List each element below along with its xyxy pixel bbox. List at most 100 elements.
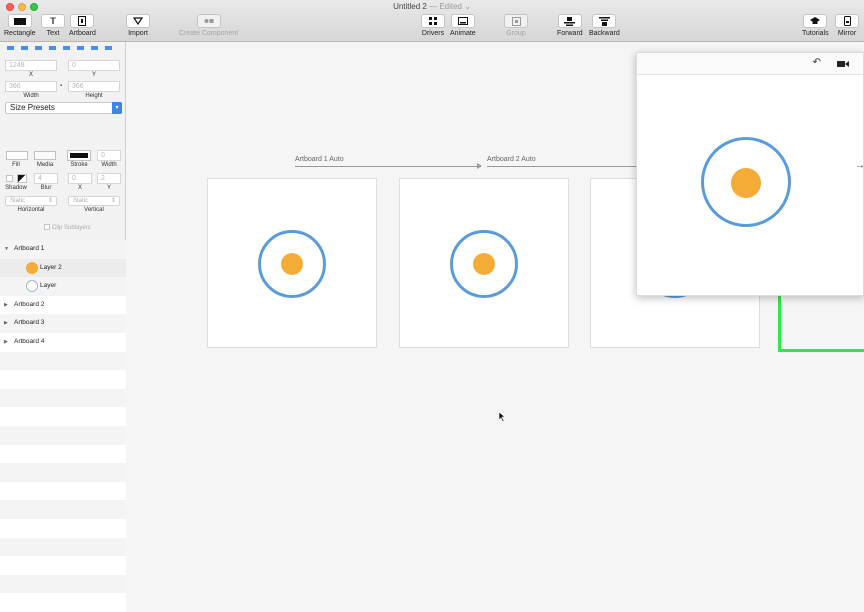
horizontal-constraint-value: Static bbox=[10, 198, 26, 204]
layer-row-artboard-2[interactable]: ▶ Artboard 2 bbox=[0, 295, 126, 315]
fill-swatch[interactable] bbox=[6, 151, 28, 160]
y-field[interactable]: 0 bbox=[68, 60, 120, 71]
height-label: Height bbox=[85, 93, 103, 99]
rectangle-icon bbox=[7, 14, 32, 28]
empty-row bbox=[0, 500, 126, 519]
rectangle-tool-label: Rectangle bbox=[4, 30, 36, 37]
connection-arrow-1[interactable] bbox=[295, 163, 482, 169]
align-bottom-icon[interactable] bbox=[104, 44, 113, 52]
empty-row bbox=[0, 518, 126, 538]
shadow-y-field[interactable]: 2 bbox=[97, 173, 121, 184]
backward-button[interactable]: Backward bbox=[589, 14, 620, 37]
layer-name: Layer 2 bbox=[40, 263, 62, 271]
mirror-label: Mirror bbox=[837, 30, 857, 37]
shadow-color-swatch[interactable] bbox=[17, 174, 27, 183]
size-presets-value: Size Presets bbox=[10, 103, 55, 112]
animate-label: Animate bbox=[450, 30, 476, 37]
layer-name: Artboard 4 bbox=[14, 337, 45, 345]
forward-label: Forward bbox=[557, 30, 583, 37]
blur-label: Blur bbox=[40, 185, 52, 191]
x-field[interactable]: 1248 bbox=[5, 60, 57, 71]
ring-thumbnail bbox=[26, 280, 38, 293]
disclosure-closed-icon[interactable]: ▶ bbox=[4, 333, 8, 351]
height-field[interactable]: 366 bbox=[68, 81, 120, 92]
align-top-icon[interactable] bbox=[76, 44, 85, 52]
video-camera-icon[interactable] bbox=[837, 61, 849, 67]
align-left-icon[interactable] bbox=[6, 44, 15, 52]
layer-row-layer[interactable]: Layer bbox=[0, 277, 126, 296]
preview-orange-dot bbox=[731, 168, 761, 198]
clip-sublayers-option[interactable]: Clip Sublayers bbox=[44, 224, 91, 231]
animate-button[interactable]: Animate bbox=[450, 14, 476, 37]
blur-field[interactable]: 4 bbox=[34, 173, 58, 184]
tutorials-label: Tutorials bbox=[802, 30, 829, 37]
empty-row bbox=[0, 556, 126, 575]
size-presets-select[interactable]: Size Presets ▾ bbox=[5, 102, 122, 114]
disclosure-open-icon[interactable]: ▼ bbox=[4, 240, 9, 258]
document-name: Untitled 2 bbox=[393, 2, 427, 11]
empty-row bbox=[0, 425, 126, 445]
orange-circle-thumbnail bbox=[26, 261, 38, 274]
width-field[interactable]: 366 bbox=[5, 81, 57, 92]
create-component-label: Create Component bbox=[179, 30, 239, 37]
stroke-width-field[interactable]: 0 bbox=[97, 150, 121, 161]
align-center-icon[interactable] bbox=[48, 44, 57, 52]
empty-row bbox=[0, 444, 126, 464]
shadow-y-label: Y bbox=[106, 185, 111, 191]
mirror-button[interactable]: Mirror bbox=[835, 14, 859, 37]
layer-row-layer-2[interactable]: Layer 2 bbox=[0, 258, 126, 278]
import-icon bbox=[126, 14, 150, 28]
shadow-x-field[interactable]: 0 bbox=[68, 173, 92, 184]
layer-name: Layer bbox=[40, 282, 57, 290]
lock-ratio-icon[interactable]: ▪ bbox=[60, 83, 62, 89]
align-middle-icon[interactable] bbox=[90, 44, 99, 52]
forward-icon bbox=[557, 14, 582, 28]
text-tool[interactable]: T Text bbox=[41, 14, 65, 37]
stepper-icon: ⇕ bbox=[110, 198, 116, 204]
disclosure-closed-icon[interactable]: ▶ bbox=[4, 314, 8, 332]
create-component-button[interactable]: Create Component bbox=[179, 14, 238, 37]
artboard-1[interactable] bbox=[207, 178, 377, 348]
layer-row-artboard-3[interactable]: ▶ Artboard 3 bbox=[0, 314, 126, 333]
x-label: X bbox=[28, 72, 33, 78]
artboard-icon bbox=[70, 14, 95, 28]
stroke-swatch[interactable] bbox=[67, 150, 91, 161]
forward-button[interactable]: Forward bbox=[557, 14, 583, 37]
distribute-horizontal-icon[interactable] bbox=[62, 44, 71, 52]
rectangle-tool[interactable]: Rectangle bbox=[4, 14, 36, 37]
shadow-checkbox[interactable] bbox=[6, 175, 13, 182]
y-label: Y bbox=[91, 72, 96, 78]
disclosure-closed-icon[interactable]: ▶ bbox=[4, 296, 8, 314]
artboard-2[interactable] bbox=[399, 178, 569, 348]
clip-sublayers-checkbox[interactable] bbox=[44, 224, 50, 230]
connection-label-2[interactable]: Artboard 2 Auto bbox=[487, 156, 536, 163]
group-button[interactable]: Group bbox=[504, 14, 528, 37]
shadow-label: Shadow bbox=[5, 185, 27, 191]
preview-toolbar: ↶ bbox=[637, 53, 863, 75]
preview-window[interactable]: ↶ bbox=[636, 52, 864, 296]
connection-arrow-2[interactable] bbox=[487, 163, 648, 169]
tutorials-button[interactable]: Tutorials bbox=[802, 14, 829, 37]
drivers-button[interactable]: Drivers bbox=[421, 14, 445, 37]
graduation-cap-icon bbox=[803, 14, 828, 28]
orange-dot[interactable] bbox=[281, 253, 303, 275]
group-label: Group bbox=[506, 30, 526, 37]
edited-indicator[interactable]: — Edited ⌄ bbox=[429, 2, 471, 11]
orange-dot[interactable] bbox=[473, 253, 495, 275]
align-right-icon[interactable] bbox=[34, 44, 43, 52]
vertical-label: Vertical bbox=[84, 207, 104, 213]
media-swatch[interactable] bbox=[34, 151, 56, 160]
clip-sublayers-label: Clip Sublayers bbox=[52, 225, 91, 231]
layer-row-artboard-1[interactable]: ▼ Artboard 1 bbox=[0, 240, 126, 259]
shadow-x-label: X bbox=[77, 185, 82, 191]
horizontal-constraint-select[interactable]: Static ⇕ bbox=[5, 196, 57, 206]
align-center-horizontal-icon[interactable] bbox=[20, 44, 29, 52]
vertical-constraint-select[interactable]: Static ⇕ bbox=[68, 196, 120, 206]
inspector-panel: 1248 0 X Y 366 ▪ 366 Width Height Size P… bbox=[0, 42, 126, 612]
artboard-tool[interactable]: Artboard bbox=[69, 14, 96, 37]
connection-label-1[interactable]: Artboard 1 Auto bbox=[295, 156, 344, 163]
width-label: Width bbox=[23, 93, 39, 99]
import-button[interactable]: Import bbox=[126, 14, 150, 37]
layer-row-artboard-4[interactable]: ▶ Artboard 4 bbox=[0, 332, 126, 352]
undo-icon[interactable]: ↶ bbox=[813, 57, 821, 68]
